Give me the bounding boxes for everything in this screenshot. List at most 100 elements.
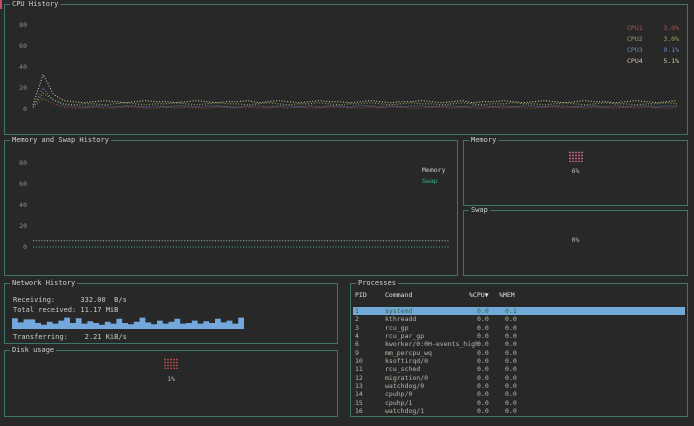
memory-gauge-dots: [568, 151, 583, 162]
memswap-legend-item: Memory: [422, 167, 445, 174]
process-command: mm_percpu_wq: [385, 349, 432, 357]
process-mem: 0.0: [505, 349, 517, 357]
y-axis-tick: 0: [11, 244, 27, 251]
process-row[interactable]: 6kworker/0:0H-events_high0.00.0: [353, 340, 685, 348]
cpu3-value: 0.1%: [663, 47, 679, 54]
y-axis-tick: 80: [11, 22, 27, 29]
process-command: watchdog/1: [385, 407, 424, 415]
network-history-title: Network History: [10, 280, 77, 287]
process-cpu: 0.0: [477, 365, 489, 373]
process-command: watchdog/0: [385, 382, 424, 390]
chart-line-cpu1: [33, 99, 677, 109]
process-row[interactable]: 10ksoftirqd/00.00.0: [353, 357, 685, 365]
process-cpu: 0.0: [477, 382, 489, 390]
process-command: systemd: [385, 307, 412, 315]
process-mem: 0.0: [505, 315, 517, 323]
process-row[interactable]: 15cpuhp/10.00.0: [353, 399, 685, 407]
process-command: rcu_par_gp: [385, 332, 424, 340]
process-row[interactable]: 11rcu_sched0.00.0: [353, 365, 685, 373]
process-cpu: 0.0: [477, 340, 489, 348]
cpu2-value: 3.0%: [663, 36, 679, 43]
process-pid: 9: [355, 349, 359, 357]
mem-column-header[interactable]: %MEM: [499, 291, 515, 299]
process-cpu: 0.0: [477, 374, 489, 382]
memswap-legend-item: Swap: [422, 178, 445, 185]
process-cpu: 0.0: [477, 357, 489, 365]
process-command: cpuhp/0: [385, 390, 412, 398]
process-pid: 4: [355, 332, 359, 340]
process-mem: 0.1: [505, 307, 517, 315]
process-pid: 11: [355, 365, 363, 373]
process-mem: 0.0: [505, 365, 517, 373]
chart-line-cpu2: [33, 93, 677, 107]
process-command: migration/0: [385, 374, 428, 382]
cpu-history-title: CPU History: [10, 1, 60, 8]
cpu-history-chart: [29, 11, 683, 117]
y-axis-tick: 40: [11, 202, 27, 209]
process-command: kworker/0:0H-events_high: [385, 340, 479, 348]
process-row[interactable]: 4 rcu_par_gp 0.0 0.0: [353, 332, 685, 340]
process-row[interactable]: 9 mm_percpu_wq 0.0 0.0: [353, 349, 685, 357]
y-axis-tick: 60: [11, 43, 27, 50]
memory-legend-label: Memory: [422, 167, 445, 174]
process-mem: 0.0: [505, 332, 517, 340]
process-row[interactable]: 14cpuhp/00.00.0: [353, 390, 685, 398]
cpu-legend: CPU1 3.0% CPU2 3.0% CPU3 0.1% CPU4 5.1%: [627, 25, 679, 65]
y-axis-tick: 80: [11, 160, 27, 167]
chart-line-cpu4: [33, 74, 677, 104]
cpu2-label: CPU2: [627, 36, 643, 43]
process-row[interactable]: 13watchdog/00.00.0: [353, 382, 685, 390]
cpu4-label: CPU4: [627, 58, 643, 65]
command-column-header[interactable]: Command: [385, 291, 412, 299]
cpu1-label: CPU1: [627, 25, 643, 32]
disk-usage-dots: [164, 358, 179, 369]
disk-usage-title: Disk usage: [10, 347, 56, 354]
pid-column-header[interactable]: PID: [355, 291, 367, 299]
process-pid: 1: [355, 307, 359, 315]
processes-panel: Processes PID Command %CPU▼ %MEM 1system…: [350, 283, 688, 417]
process-cpu: 0.0: [477, 332, 489, 340]
process-pid: 16: [355, 407, 363, 415]
process-cpu: 0.0: [477, 349, 489, 357]
process-row-selected[interactable]: 1 systemd 0.0 0.1: [353, 307, 685, 315]
cpu-history-panel: CPU History CPU1 3.0% CPU2 3.0% CPU3 0.1…: [4, 4, 688, 135]
process-mem: 0.0: [505, 324, 517, 332]
network-area: [12, 318, 244, 329]
process-pid: 6: [355, 340, 359, 348]
terminal-cursor-mark: [0, 0, 2, 9]
cpu-legend-item: CPU2 3.0%: [627, 36, 679, 43]
process-command: rcu_gp: [385, 324, 408, 332]
process-pid: 12: [355, 374, 363, 382]
memswap-legend: Memory Swap: [422, 167, 445, 185]
swap-legend-label: Swap: [422, 178, 438, 185]
process-pid: 15: [355, 399, 363, 407]
process-command: ksoftirqd/0: [385, 357, 428, 365]
process-mem: 0.0: [505, 399, 517, 407]
process-row[interactable]: 2kthreadd0.00.0: [353, 315, 685, 323]
network-transferring-text: Transferring: 2.21 KiB/s: [13, 333, 127, 341]
process-row[interactable]: 12migration/00.00.0: [353, 374, 685, 382]
cpu4-value: 5.1%: [663, 58, 679, 65]
process-row[interactable]: 16 watchdog/1 0.0 0.0: [353, 407, 685, 415]
process-pid: 2: [355, 315, 359, 323]
cpu-legend-item: CPU3 0.1%: [627, 47, 679, 54]
cpu-column-header-sorted[interactable]: %CPU▼: [469, 291, 489, 299]
process-row[interactable]: 3 rcu_gp 0.0 0.0: [353, 324, 685, 332]
cpu-legend-item: CPU1 3.0%: [627, 25, 679, 32]
y-axis-tick: 60: [11, 181, 27, 188]
process-table-body: 1systemd0.00.12kthreadd0.00.03rcu_gp0.00…: [353, 307, 685, 415]
network-history-panel: Network History Receiving: 332.00 B/s To…: [4, 283, 338, 344]
process-cpu: 0.0: [477, 307, 489, 315]
process-command: kthreadd: [385, 315, 416, 323]
disk-usage-percent: 1%: [5, 375, 337, 383]
memory-gauge-panel: Memory 6%: [463, 140, 688, 206]
process-cpu: 0.0: [477, 390, 489, 398]
swap-gauge-title: Swap: [469, 207, 490, 214]
process-cpu: 0.0: [477, 407, 489, 415]
process-cpu: 0.0: [477, 324, 489, 332]
process-pid: 3: [355, 324, 359, 332]
process-mem: 0.0: [505, 407, 517, 415]
process-pid: 10: [355, 357, 363, 365]
cpu1-value: 3.0%: [663, 25, 679, 32]
network-receiving-sparkline: [12, 316, 244, 329]
